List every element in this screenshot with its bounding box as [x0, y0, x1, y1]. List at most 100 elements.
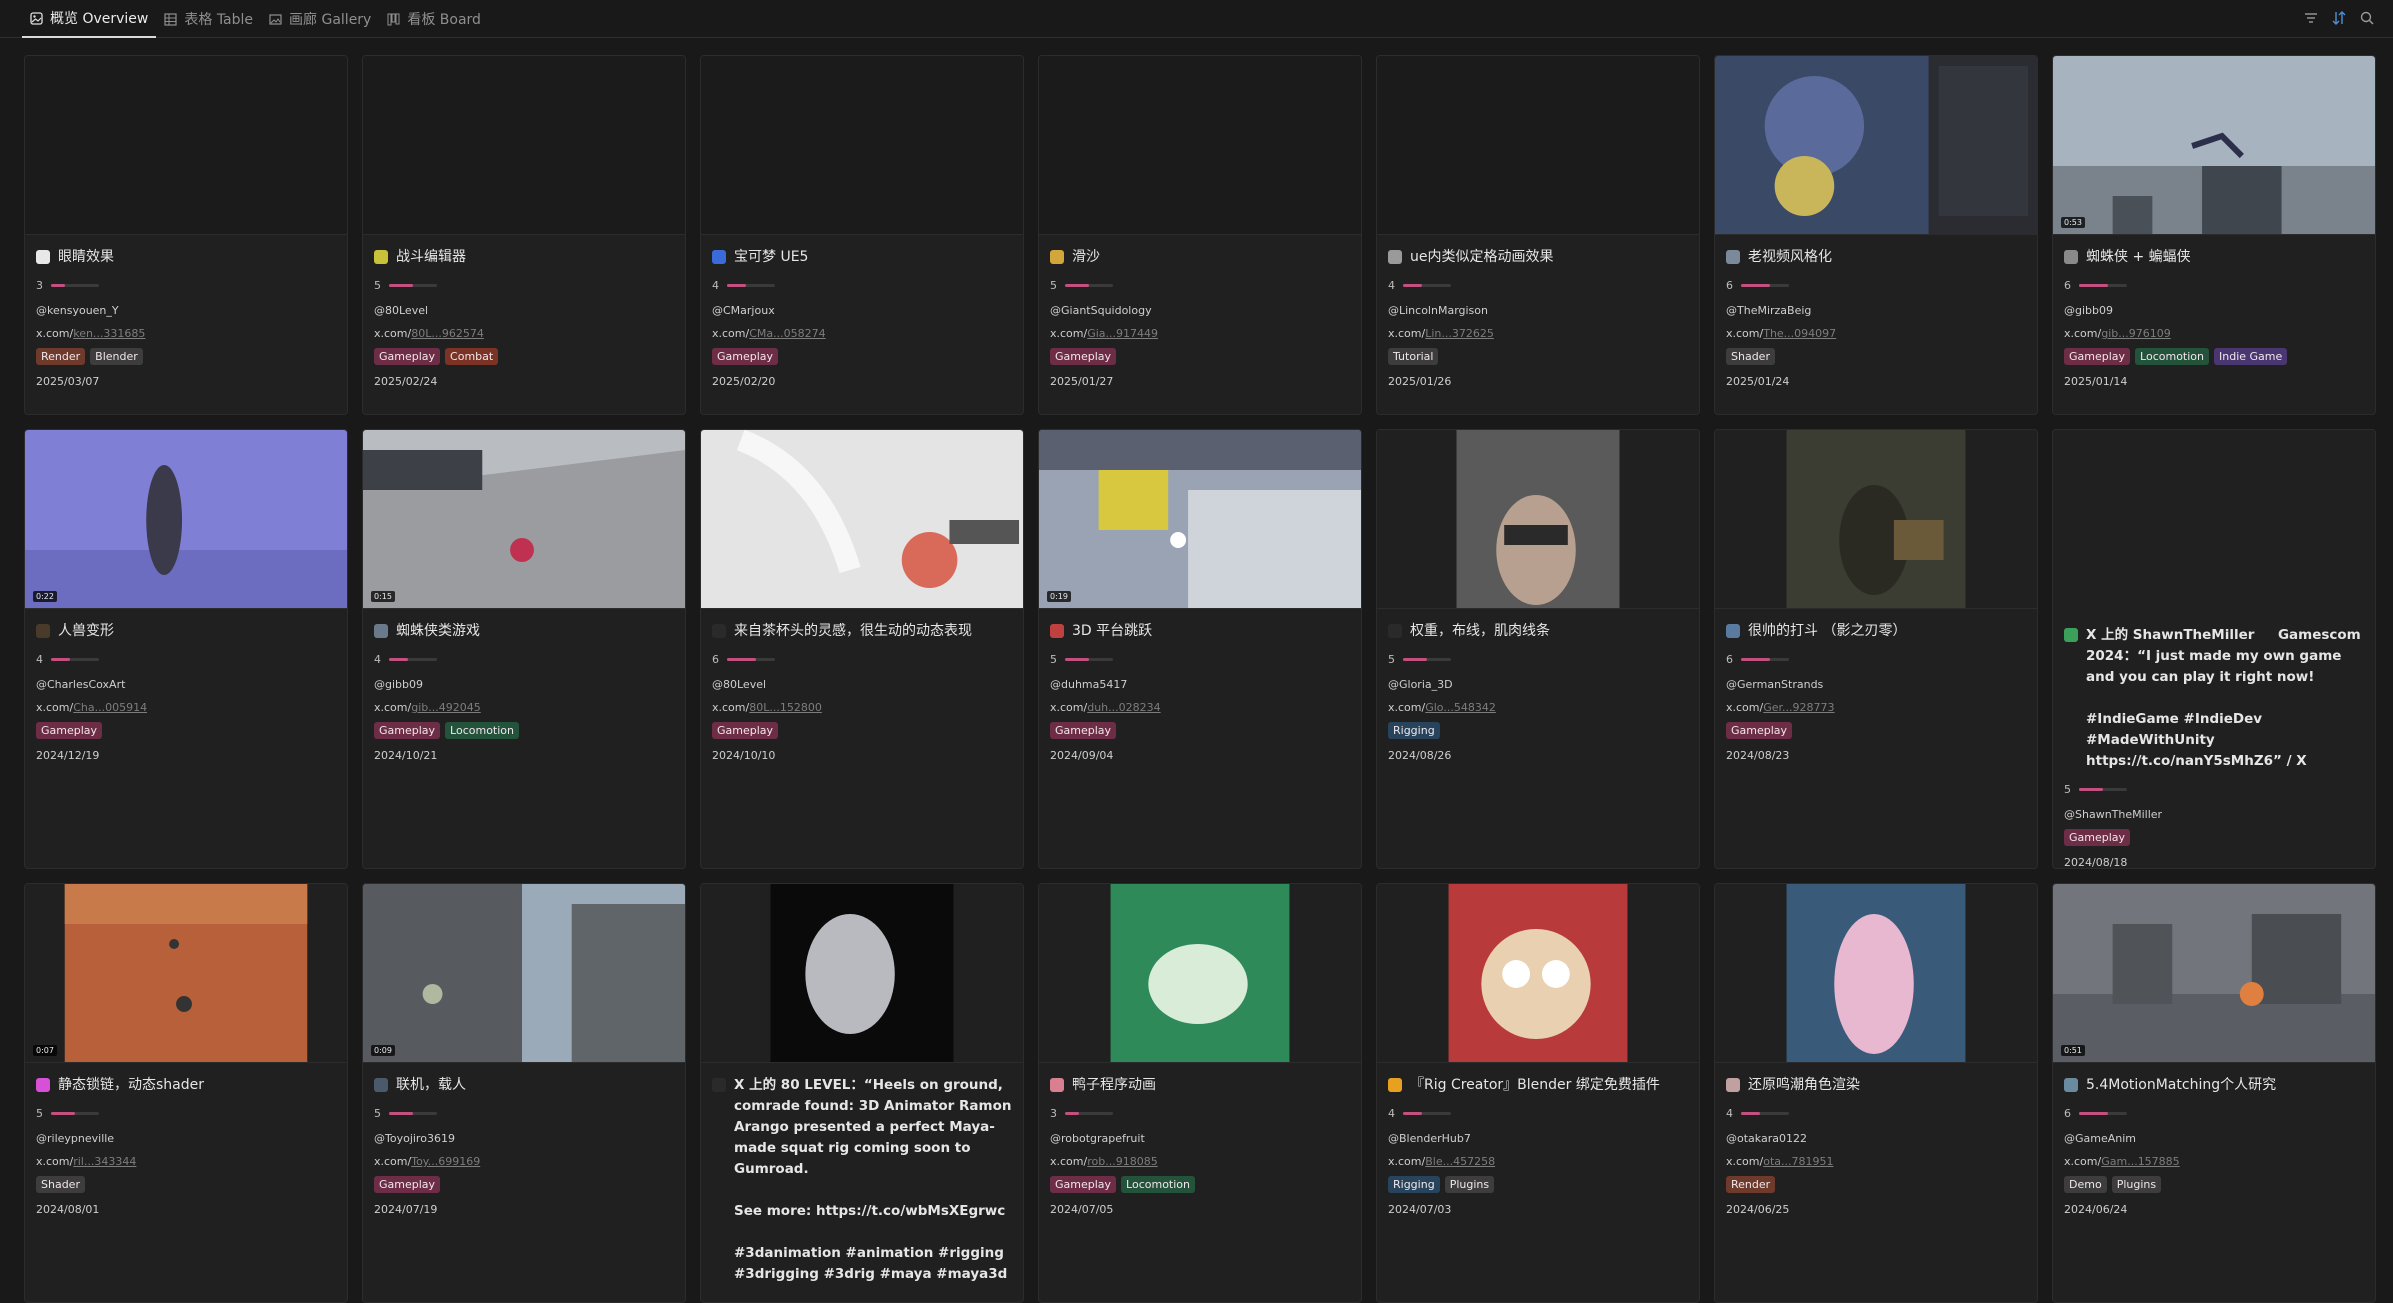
card-title: 『Rig Creator』Blender 绑定免费插件	[1410, 1077, 1660, 1093]
source-link[interactable]: x.com/gib...492045	[374, 701, 674, 714]
rating-value: 6	[1726, 652, 1733, 666]
gallery-card[interactable]: 战斗编辑器 5 @80Level x.com/80L...962574 Gameplay…	[362, 55, 686, 415]
tag: Shader	[1726, 348, 1775, 365]
gallery-card[interactable]: 来自茶杯头的灵感，很生动的动态表现 6 @80Level x.com/80L...15…	[700, 429, 1024, 869]
gallery-card[interactable]: 0:22 人兽变形 4 @CharlesCoxArt x.com/Cha...00591…	[24, 429, 348, 869]
filter-icon[interactable]	[2303, 10, 2319, 26]
card-thumbnail	[1377, 884, 1699, 1063]
author-handle: @kensyouen_Y	[36, 304, 119, 317]
tag-list: Gameplay Combat	[374, 348, 674, 365]
tab-board[interactable]: 看板 Board	[379, 0, 489, 38]
card-thumbnail	[1039, 884, 1361, 1063]
card-thumbnail: 0:15	[363, 430, 685, 609]
card-thumbnail-image	[701, 430, 1023, 608]
page-icon	[2064, 628, 2078, 642]
source-link[interactable]: x.com/ril...343344	[36, 1155, 336, 1168]
rating-value: 6	[2064, 1106, 2071, 1120]
source-link[interactable]: x.com/ota...781951	[1726, 1155, 2026, 1168]
card-thumbnail	[1715, 884, 2037, 1063]
author-handle: @robotgrapefruit	[1050, 1132, 1145, 1145]
rating-value: 4	[374, 652, 381, 666]
tab-table[interactable]: 表格 Table	[156, 0, 261, 38]
source-link[interactable]: x.com/Toy...699169	[374, 1155, 674, 1168]
gallery-card[interactable]: 还原鸣潮角色渲染 4 @otakara0122 x.com/ota...781951 R…	[1714, 883, 2038, 1303]
page-icon	[1388, 250, 1402, 264]
source-link[interactable]: x.com/Cha...005914	[36, 701, 336, 714]
video-duration: 0:09	[371, 1045, 395, 1056]
page-icon	[1726, 624, 1740, 638]
source-link[interactable]: x.com/ken...331685	[36, 327, 336, 340]
sort-icon[interactable]	[2331, 10, 2347, 26]
tab-board-label: 看板 Board	[407, 12, 481, 28]
tab-table-label: 表格 Table	[184, 12, 254, 28]
gallery-card[interactable]: 宝可梦 UE5 4 @CMarjoux x.com/CMa...058274 Gamep…	[700, 55, 1024, 415]
page-icon	[1388, 1078, 1402, 1092]
card-thumbnail-image	[2053, 884, 2375, 1062]
rating-bar	[1065, 1111, 1113, 1115]
tab-overview[interactable]: 概览 Overview	[22, 0, 157, 38]
source-link[interactable]: x.com/Ger...928773	[1726, 701, 2026, 714]
page-icon	[1050, 624, 1064, 638]
tag: Gameplay	[1050, 1176, 1117, 1193]
card-title: 老视频风格化	[1748, 249, 1832, 265]
gallery-card[interactable]: X 上的 80 LEVEL：“Heels on ground, comrade …	[700, 883, 1024, 1303]
card-title: 联机，载人	[396, 1077, 466, 1093]
page-icon	[374, 624, 388, 638]
gallery-card[interactable]: 很帅的打斗 （影之刃零） 6 @GermanStrands x.com/Ger...9…	[1714, 429, 2038, 869]
source-link[interactable]: x.com/Gam...157885	[2064, 1155, 2364, 1168]
gallery-card[interactable]: 老视频风格化 6 @TheMirzaBeig x.com/The...094097 Sh…	[1714, 55, 2038, 415]
author-handle: @rileypneville	[36, 1132, 115, 1145]
card-date: 2024/07/03	[1388, 1203, 1452, 1216]
card-thumbnail	[363, 56, 685, 235]
tag: Gameplay	[712, 722, 779, 739]
source-link-path: Glo...548342	[1425, 701, 1496, 714]
source-link[interactable]: x.com/rob...918085	[1050, 1155, 1350, 1168]
author-handle: @80Level	[374, 304, 429, 317]
card-date: 2024/08/18	[2064, 856, 2128, 869]
page-icon	[1388, 624, 1402, 638]
tag: Shader	[36, 1176, 85, 1193]
gallery-card[interactable]: 0:09 联机，载人 5 @Toyojiro3619 x.com/Toy...69916…	[362, 883, 686, 1303]
source-link[interactable]: x.com/Glo...548342	[1388, 701, 1688, 714]
card-date: 2024/08/01	[36, 1203, 100, 1216]
card-date: 2025/01/27	[1050, 375, 1114, 388]
source-link[interactable]: x.com/The...094097	[1726, 327, 2026, 340]
gallery-card[interactable]: 鸭子程序动画 3 @robotgrapefruit x.com/rob...91808…	[1038, 883, 1362, 1303]
tag: Gameplay	[374, 1176, 441, 1193]
gallery-card[interactable]: 0:07 静态锁链，动态shader 5 @rileypneville x.com/ri…	[24, 883, 348, 1303]
source-link[interactable]: x.com/duh...028234	[1050, 701, 1350, 714]
gallery-card[interactable]: ue内类似定格动画效果 4 @LincolnMargison x.com/Lin...…	[1376, 55, 1700, 415]
tab-gallery[interactable]: 画廊 Gallery	[261, 0, 379, 38]
gallery-card[interactable]: 0:15 蜘蛛侠类游戏 4 @gibb09 x.com/gib...492045 Game…	[362, 429, 686, 869]
rating: 6	[1726, 278, 2026, 292]
source-link[interactable]: x.com/Gia...917449	[1050, 327, 1350, 340]
gallery-card[interactable]: 0:19 3D 平台跳跃 5 @duhma5417 x.com/duh...028234…	[1038, 429, 1362, 869]
video-duration: 0:07	[33, 1045, 57, 1056]
author-handle: @80Level	[712, 678, 767, 691]
search-icon[interactable]	[2359, 10, 2375, 26]
gallery-card[interactable]: 0:51 5.4MotionMatching个人研究 6 @GameAnim x.com…	[2052, 883, 2376, 1303]
source-link[interactable]: x.com/Lin...372625	[1388, 327, 1688, 340]
source-link[interactable]: x.com/80L...152800	[712, 701, 1012, 714]
source-link[interactable]: x.com/Ble...457258	[1388, 1155, 1688, 1168]
gallery-card[interactable]: 0:53 蜘蛛侠 + 蝙蝠侠 6 @gibb09 x.com/gib...976109 G…	[2052, 55, 2376, 415]
card-thumbnail-image	[1039, 884, 1361, 1062]
gallery-card[interactable]: 滑沙 5 @GiantSquidology x.com/Gia...917449 Gam…	[1038, 55, 1362, 415]
tag-list: Gameplay	[1726, 722, 2026, 739]
gallery-card[interactable]: 『Rig Creator』Blender 绑定免费插件 4 @BlenderHub7…	[1376, 883, 1700, 1303]
source-link[interactable]: x.com/CMa...058274	[712, 327, 1012, 340]
rating-value: 5	[1050, 278, 1057, 292]
rating-value: 4	[712, 278, 719, 292]
card-date: 2024/07/19	[374, 1203, 438, 1216]
rating: 3	[1050, 1106, 1350, 1120]
gallery-card[interactable]: X 上的 ShawnTheMiller Gamescom 2024：“I jus…	[2052, 429, 2376, 869]
rating-value: 3	[1050, 1106, 1057, 1120]
rating-value: 6	[2064, 278, 2071, 292]
gallery-card[interactable]: 权重，布线，肌肉线条 5 @Gloria_3D x.com/Glo...548342 R…	[1376, 429, 1700, 869]
card-thumbnail-image	[363, 430, 685, 608]
card-title: 还原鸣潮角色渲染	[1748, 1077, 1860, 1093]
gallery-card[interactable]: 眼睛效果 3 @kensyouen_Y x.com/ken...331685 Rende…	[24, 55, 348, 415]
source-link[interactable]: x.com/gib...976109	[2064, 327, 2364, 340]
rating-value: 5	[374, 278, 381, 292]
source-link[interactable]: x.com/80L...962574	[374, 327, 674, 340]
